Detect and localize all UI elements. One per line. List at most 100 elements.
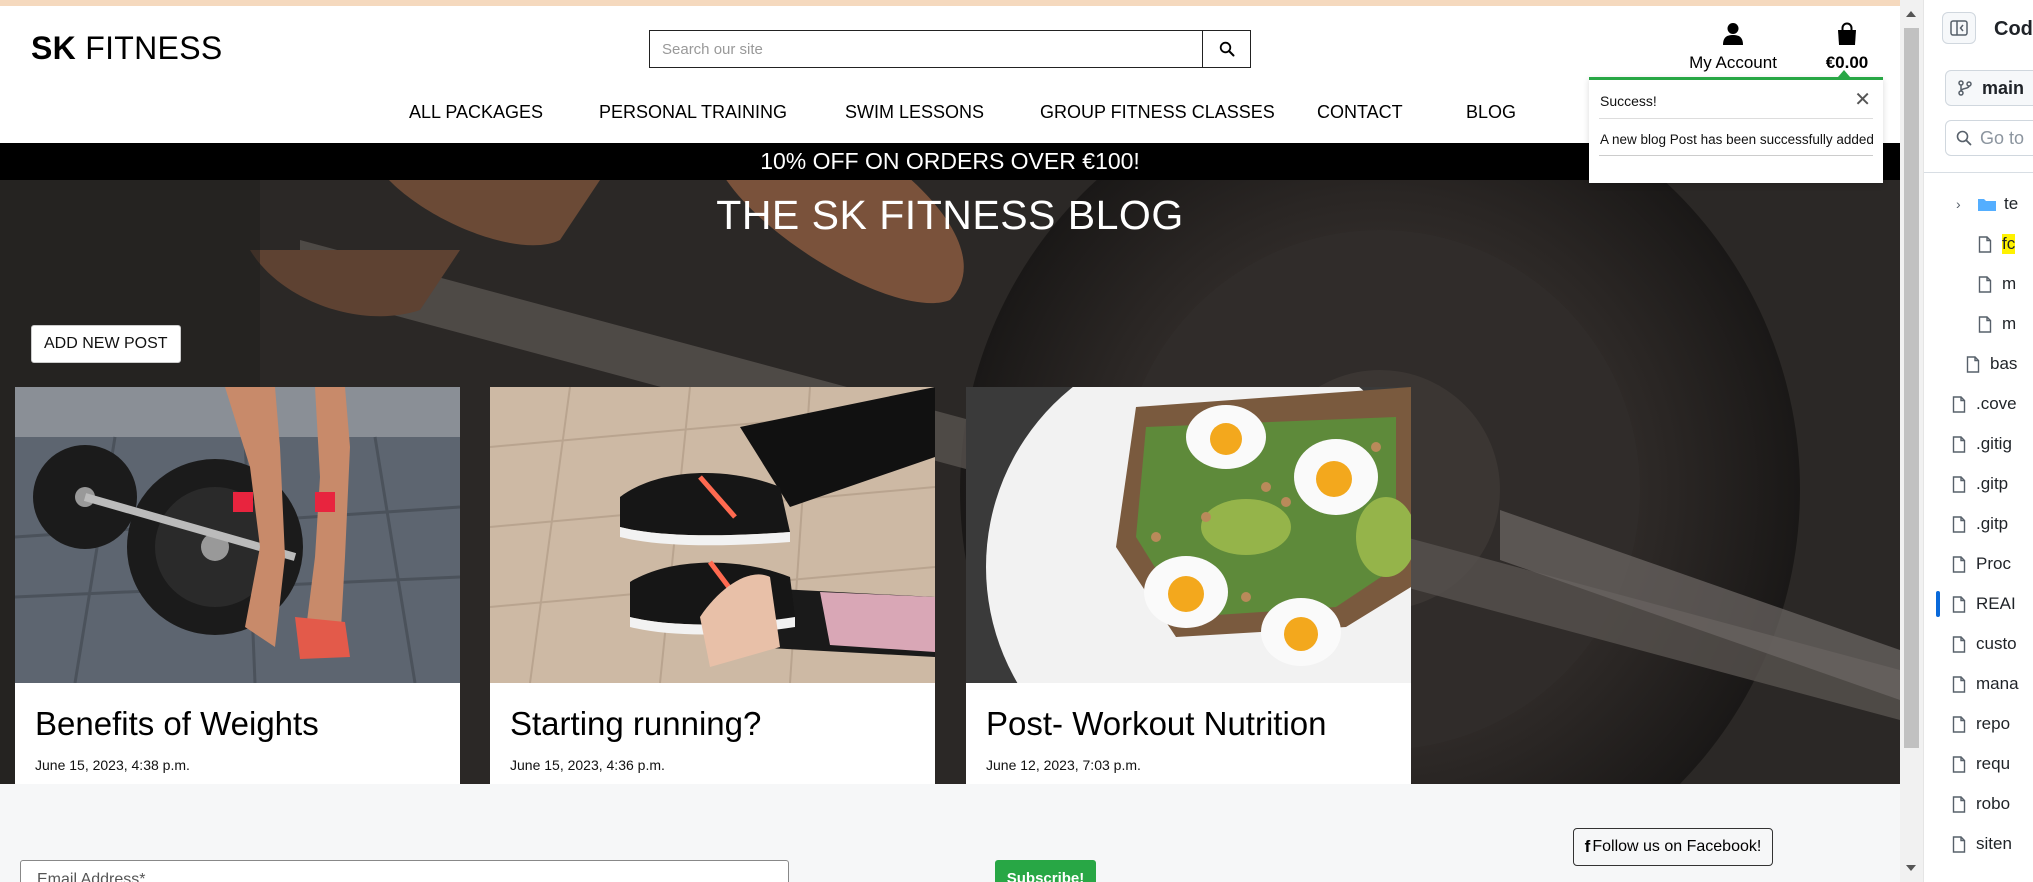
add-new-post-button[interactable]: ADD NEW POST [31, 325, 181, 363]
blog-hero: THE SK FITNESS BLOG ADD NEW POST Benefit… [0, 180, 1900, 784]
file-icon [1948, 475, 1970, 493]
file-icon [1948, 635, 1970, 653]
close-icon[interactable]: ✕ [1854, 87, 1871, 112]
cart-link[interactable]: €0.00 [1816, 22, 1878, 73]
blog-title: THE SK FITNESS BLOG [716, 192, 1184, 238]
tree-item-name: custo [1976, 634, 2017, 653]
panel-divider [1924, 172, 2033, 173]
tree-item-name: bas [1990, 354, 2018, 373]
file-icon [1948, 755, 1970, 773]
blog-post-card[interactable]: Post- Workout Nutrition June 12, 2023, 7… [966, 387, 1411, 784]
toast-heading: Success! [1600, 93, 1657, 109]
toast-message: A new blog Post has been successfully ad… [1600, 132, 1874, 147]
nav-all-packages[interactable]: ALL PACKAGES [409, 102, 543, 123]
tree-item-name: te [2004, 194, 2019, 213]
post-image-nutrition [966, 387, 1411, 683]
search-input[interactable] [650, 31, 1202, 67]
blog-post-card[interactable]: Benefits of Weights June 15, 2023, 4:38 … [15, 387, 460, 784]
file-icon [1974, 315, 1996, 333]
tree-file-row[interactable]: .gitp [1924, 464, 2033, 504]
tree-item-name: mana [1976, 674, 2019, 693]
file-icon [1974, 235, 1996, 253]
blog-post-card[interactable]: Starting running? June 15, 2023, 4:36 p.… [490, 387, 935, 784]
tree-file-row[interactable]: Proc [1924, 544, 2033, 584]
folder-icon [1976, 196, 1998, 212]
tree-file-row[interactable]: m [1924, 304, 2033, 344]
toast-divider [1599, 118, 1873, 119]
file-icon [1948, 715, 1970, 733]
subscribe-button[interactable]: Subscribe! [995, 860, 1096, 882]
file-icon [1948, 515, 1970, 533]
footer: Subscribe! f Follow us on Facebook! [0, 784, 1900, 882]
scrollbar-thumb[interactable] [1904, 28, 1919, 748]
tree-file-row[interactable]: .cove [1924, 384, 2033, 424]
tree-file-row[interactable]: .gitig [1924, 424, 2033, 464]
toast-divider [1599, 155, 1873, 156]
tree-file-row[interactable]: custo [1924, 624, 2033, 664]
nav-group-fitness-classes[interactable]: GROUP FITNESS CLASSES [1040, 102, 1275, 123]
search-icon [1219, 41, 1234, 57]
page-scrollbar[interactable] [1900, 0, 1923, 882]
nav-contact[interactable]: CONTACT [1317, 102, 1403, 123]
my-account-link[interactable]: My Account [1678, 22, 1788, 73]
my-account-label: My Account [1689, 53, 1777, 72]
tree-item-name: m [2002, 314, 2017, 333]
file-icon [1948, 395, 1970, 413]
tree-file-row[interactable]: mana [1924, 664, 2033, 704]
tree-file-row[interactable]: siten [1924, 824, 2033, 864]
file-icon [1948, 675, 1970, 693]
tree-file-row[interactable]: requ [1924, 744, 2033, 784]
logo-bold-text: SK [31, 30, 77, 66]
go-to-file-input[interactable]: Go to [1945, 120, 2033, 156]
tree-item-name: .gitp [1976, 474, 2009, 493]
tree-file-row[interactable]: .gitp [1924, 504, 2033, 544]
file-icon [1962, 355, 1984, 373]
search-button[interactable] [1202, 31, 1250, 67]
browser-viewport: SK FITNESS My Account €0.00 ALL PACKAGES… [0, 0, 1923, 882]
tree-file-row[interactable]: bas [1924, 344, 2033, 384]
post-title: Benefits of Weights [35, 705, 319, 742]
tree-item-name: robo [1976, 794, 2011, 813]
file-icon [1948, 555, 1970, 573]
scroll-up-arrow-icon[interactable] [1906, 11, 1916, 17]
tree-file-row[interactable]: m [1924, 264, 2033, 304]
file-icon [1974, 275, 1996, 293]
tree-item-name: requ [1976, 754, 2011, 773]
user-icon [1723, 23, 1743, 45]
tree-item-name: fc [2002, 234, 2016, 254]
tree-folder-row[interactable]: › te [1924, 184, 2033, 224]
facebook-follow-button[interactable]: f Follow us on Facebook! [1573, 828, 1773, 866]
file-icon [1948, 795, 1970, 813]
tree-item-name: repo [1976, 714, 2011, 733]
tree-item-name: .gitp [1976, 514, 2009, 533]
collapse-sidebar-button[interactable] [1942, 12, 1976, 44]
top-accent-bar [0, 0, 1923, 6]
nav-blog[interactable]: BLOG [1466, 102, 1516, 123]
post-title: Starting running? [510, 705, 762, 742]
git-branch-icon [1958, 80, 1972, 96]
facebook-follow-label: Follow us on Facebook! [1592, 838, 1762, 855]
tree-item-name: REAI [1976, 594, 2016, 613]
newsletter-email-input[interactable] [20, 860, 789, 882]
shopping-bag-icon [1838, 22, 1856, 45]
chevron-right-icon[interactable]: › [1956, 196, 1970, 212]
post-image-weights [15, 387, 460, 683]
branch-selector[interactable]: main [1945, 70, 2033, 106]
facebook-icon: f [1584, 837, 1591, 856]
tree-file-row[interactable]: REAI [1924, 584, 2033, 624]
tree-file-row[interactable]: repo [1924, 704, 2033, 744]
tree-item-name: m [2002, 274, 2017, 293]
scroll-down-arrow-icon[interactable] [1906, 865, 1916, 871]
post-date: June 12, 2023, 7:03 p.m. [986, 757, 1141, 773]
nav-personal-training[interactable]: PERSONAL TRAINING [599, 102, 787, 123]
post-image-running [490, 387, 935, 683]
success-toast: Success! ✕ A new blog Post has been succ… [1589, 70, 1883, 183]
tree-file-row[interactable]: fc [1924, 224, 2033, 264]
tree-item-name: Proc [1976, 554, 2011, 573]
site-logo[interactable]: SK FITNESS [31, 30, 222, 67]
tree-file-row[interactable]: robo [1924, 784, 2033, 824]
file-icon [1948, 835, 1970, 853]
panel-title: Code [1994, 18, 2033, 40]
search-form [649, 30, 1251, 68]
nav-swim-lessons[interactable]: SWIM LESSONS [845, 102, 984, 123]
